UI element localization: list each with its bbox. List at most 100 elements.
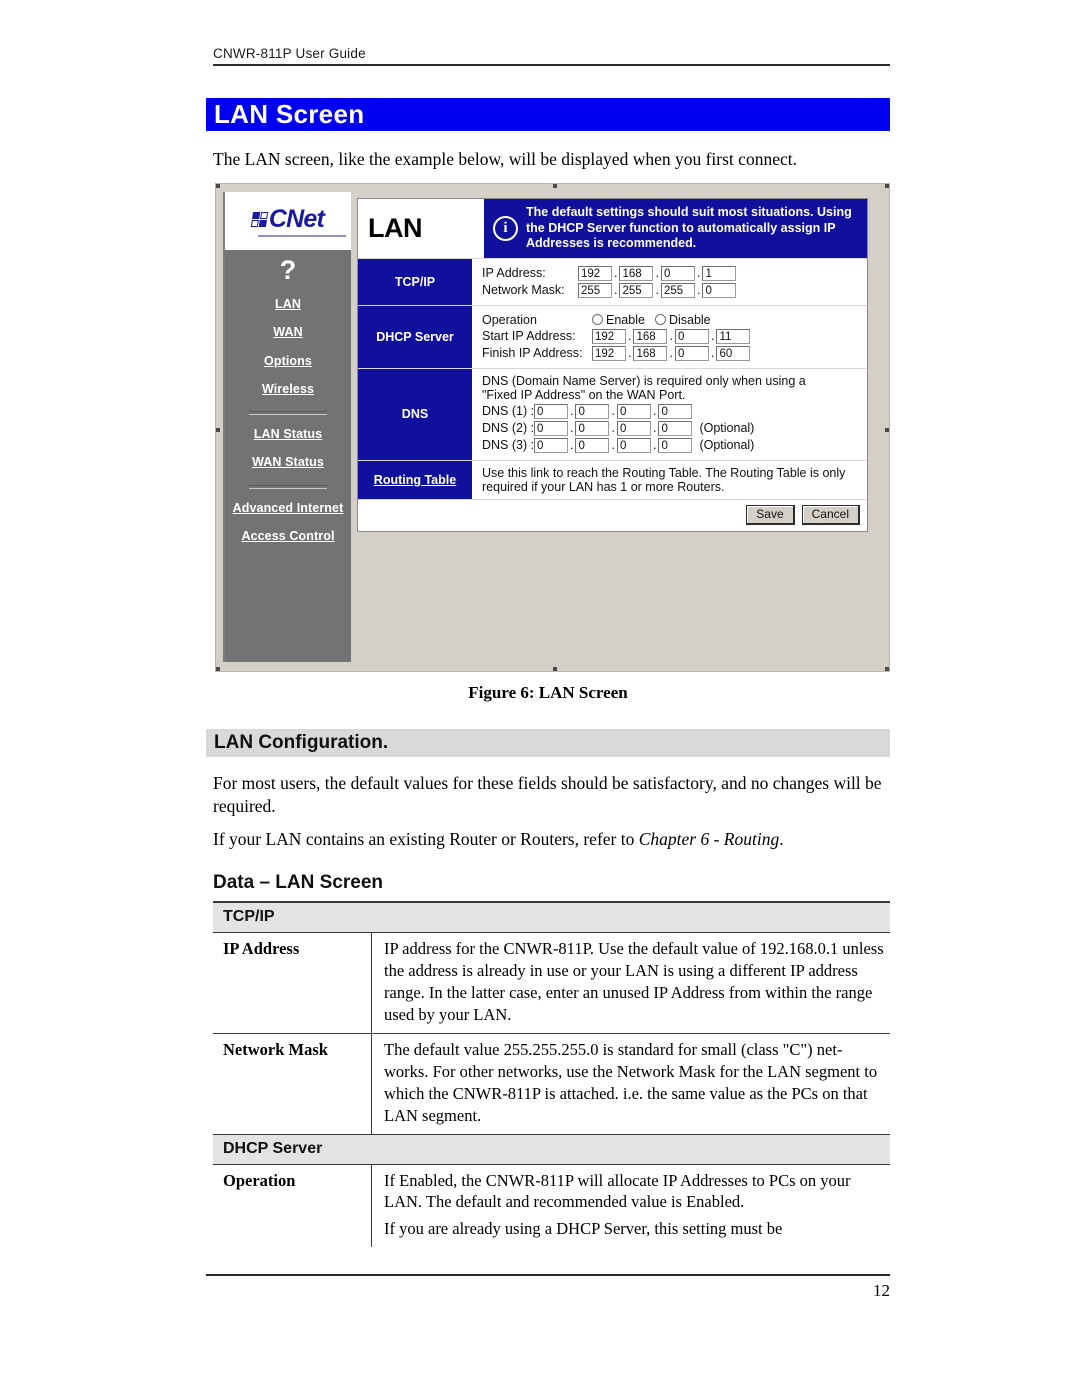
dns-1-octet-2[interactable]: 0 [575,403,610,419]
radio-enable[interactable] [592,314,603,326]
finish-ip-octet-1[interactable]: 192 [592,345,626,361]
ip-dot: . [710,329,715,344]
ip-address-octet-3[interactable]: 0 [660,265,695,281]
dns-2-label: DNS (2) : [482,421,535,436]
sidebar-item-lan-status[interactable]: LAN Status [225,427,351,442]
ui-sidebar: CNet ? LAN WAN Options Wireless LAN Stat… [223,192,351,662]
figure-lan-screen: CNet ? LAN WAN Options Wireless LAN Stat… [215,183,890,672]
ip-dot: . [570,404,574,419]
dns-3-octet-2[interactable]: 0 [575,437,610,453]
radio-disable[interactable] [654,314,666,326]
dns-3-octet-1[interactable]: 0 [534,437,568,453]
routing-table-link[interactable]: Routing Table [358,460,474,499]
sidebar-item-wireless[interactable]: Wireless [225,382,351,397]
dns-2-octet-2[interactable]: 0 [575,420,610,436]
field-dns-3: DNS (3) : 0. 0. 0. 0 (Optional) [482,437,861,453]
save-button[interactable]: Save [746,504,795,525]
settings-panel: LAN i The default settings should suit m… [357,198,868,532]
sidebar-item-wan[interactable]: WAN [225,325,351,340]
data-lan-screen-table: TCP/IP IP Address IP address for the CNW… [213,901,891,1248]
dns-1-octet-3[interactable]: 0 [616,403,651,419]
cnet-logo-underline [257,235,346,237]
dns-1-octet-1[interactable]: 0 [534,403,568,419]
table-row-value: If Enabled, the CNWR-811P will allocate … [372,1164,891,1247]
table-section-title: TCP/IP [213,903,890,933]
field-finish-ip: Finish IP Address: 192. 168. 0. 60 [482,345,861,361]
dns-2-octet-1[interactable]: 0 [534,420,568,436]
info-banner-text: The default settings should suit most si… [526,205,852,250]
sidebar-item-access-control[interactable]: Access Control [225,529,351,544]
ip-dot: . [628,346,632,361]
network-mask-octet-4[interactable]: 0 [702,282,737,298]
dns-1-octet-4[interactable]: 0 [658,403,693,419]
ui-page-title: LAN [358,199,484,258]
ip-address-octet-1[interactable]: 192 [578,265,612,281]
dns-2-optional: (Optional) [699,421,755,436]
field-dns-2: DNS (2) : 0. 0. 0. 0 (Optional) [482,420,861,436]
finish-ip-octet-4[interactable]: 60 [716,345,751,361]
table-row-key: IP Address [213,932,372,1034]
ip-dot: . [652,421,657,436]
ip-address-octet-2[interactable]: 168 [619,265,654,281]
chapter-title-bar: LAN Screen [206,98,890,131]
start-ip-octet-2[interactable]: 168 [633,328,668,344]
dns-2-octet-4[interactable]: 0 [658,420,693,436]
subsection-title: Data – LAN Screen [213,872,384,893]
ip-dot: . [570,438,574,453]
network-mask-octet-1[interactable]: 255 [578,282,612,298]
dns-3-octet-4[interactable]: 0 [658,437,693,453]
finish-ip-octet-3[interactable]: 0 [674,345,709,361]
table-row: Operation If Enabled, the CNWR-811P will… [213,1164,891,1248]
ip-dot: . [614,282,618,297]
section-title: LAN Configuration. [214,732,389,753]
dhcp-fields: Operation Enable Disable Start IP Addres… [474,305,867,368]
routing-note: Use this link to reach the Routing Table… [474,460,867,499]
table-row: IP Address IP address for the CNWR-811P.… [213,932,890,1034]
cnet-logo-text: CNet [268,205,325,233]
table-row-paragraph: The default value 255.255.255.0 is stand… [384,1039,878,1125]
cnet-grid-icon [250,212,269,227]
ip-dot: . [669,329,673,344]
sidebar-item-options[interactable]: Options [225,354,351,369]
field-ip-address: IP Address: 192. 168. 0. 1 [482,265,861,281]
dns-2-octet-3[interactable]: 0 [616,420,651,436]
running-head: CNWR-811P User Guide [213,46,890,66]
intro-paragraph: The LAN screen, like the example below, … [213,149,797,169]
dns-1-label: DNS (1) : [482,404,535,419]
sidebar-item-wan-status[interactable]: WAN Status [225,455,351,470]
sidebar-item-lan[interactable]: LAN [225,297,351,312]
info-icon: i [493,215,518,241]
start-ip-label: Start IP Address: [482,329,576,344]
section-label-dhcp: DHCP Server [358,305,474,368]
start-ip-octet-4[interactable]: 11 [716,328,751,344]
body-paragraph-2: If your LAN contains an existing Router … [213,828,893,851]
radio-disable-label[interactable]: Disable [669,313,711,327]
network-mask-octet-2[interactable]: 255 [619,282,654,298]
routing-note-line2: required if your LAN has 1 or more Route… [482,479,725,494]
running-head-rule [213,64,890,66]
dns-note-line2: "Fixed IP Address" on the WAN Port. [482,387,686,402]
section-label-tcpip: TCP/IP [358,258,474,305]
ip-dot: . [655,265,659,280]
section-label-dns: DNS [358,368,474,460]
radio-enable-label[interactable]: Enable [606,313,645,327]
row-dhcp-server: DHCP Server Operation Enable Disable Sta… [358,305,867,369]
table-section-header-dhcp: DHCP Server [213,1134,890,1165]
network-mask-label: Network Mask: [482,282,565,297]
start-ip-octet-1[interactable]: 192 [592,328,626,344]
sidebar-separator-1 [249,411,327,415]
finish-ip-octet-2[interactable]: 168 [633,345,668,361]
ip-address-octet-4[interactable]: 1 [702,265,737,281]
field-operation: Operation Enable Disable [482,313,861,327]
start-ip-octet-3[interactable]: 0 [674,328,709,344]
dns-3-octet-3[interactable]: 0 [616,437,651,453]
network-mask-octet-3[interactable]: 255 [660,282,695,298]
chapter-title: LAN Screen [214,99,365,129]
operation-label: Operation [482,312,537,327]
page-number: 12 [873,1281,890,1300]
sidebar-item-advanced-internet[interactable]: Advanced Internet [225,501,351,516]
cancel-button[interactable]: Cancel [801,504,860,525]
help-question-icon[interactable]: ? [225,250,351,284]
document-page: CNWR-811P User Guide LAN Screen The LAN … [0,0,1080,1397]
ip-address-label: IP Address: [482,265,546,280]
